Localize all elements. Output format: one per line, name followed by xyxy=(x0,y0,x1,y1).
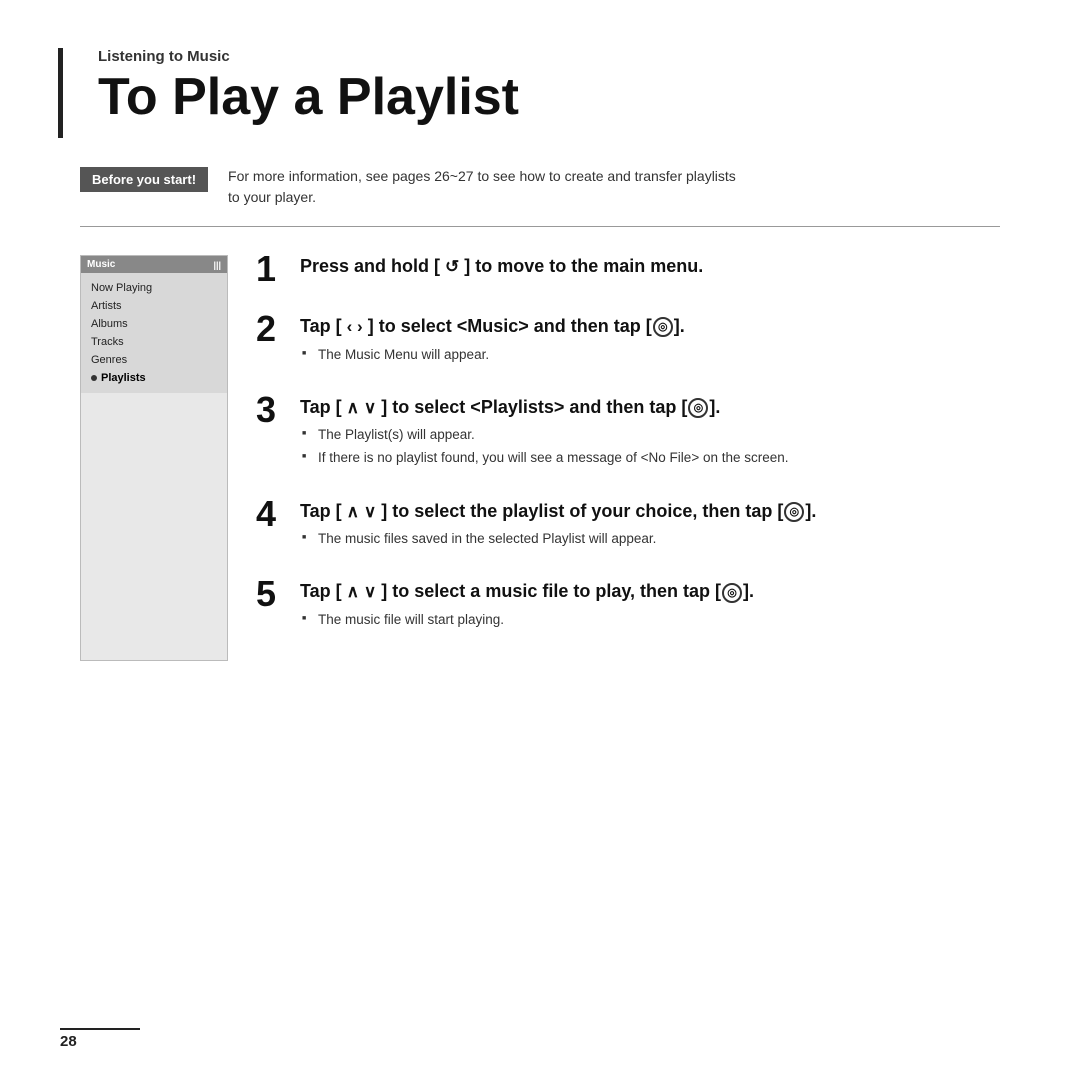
step-2: 2 Tap [ ‹ › ] to select <Music> and then… xyxy=(256,315,1000,368)
circle-btn-5: ◎ xyxy=(722,583,742,603)
device-panel: Music ||| Now Playing Artists Albums Tra… xyxy=(80,255,228,661)
playlists-label: Playlists xyxy=(101,372,146,384)
device-menu-item-now-playing: Now Playing xyxy=(81,279,227,297)
main-content: Music ||| Now Playing Artists Albums Tra… xyxy=(80,255,1000,661)
step-3-title: Tap [ ∧ ∨ ] to select <Playlists> and th… xyxy=(300,396,1000,419)
step-5-notes: The music file will start playing. xyxy=(300,610,1000,630)
device-header-icon: ||| xyxy=(213,260,221,270)
before-start-line1: For more information, see pages 26~27 to… xyxy=(228,168,736,184)
step-5-title: Tap [ ∧ ∨ ] to select a music file to pl… xyxy=(300,580,1000,603)
step-3: 3 Tap [ ∧ ∨ ] to select <Playlists> and … xyxy=(256,396,1000,472)
step-4-title: Tap [ ∧ ∨ ] to select the playlist of yo… xyxy=(300,500,1000,523)
device-header: Music ||| xyxy=(81,256,227,273)
step-2-content: Tap [ ‹ › ] to select <Music> and then t… xyxy=(300,315,1000,368)
circle-btn-2: ◎ xyxy=(653,317,673,337)
device-menu-item-tracks: Tracks xyxy=(81,333,227,351)
page-number: 28 xyxy=(60,1033,77,1050)
before-start-line2: to your player. xyxy=(228,189,316,205)
step-3-number: 3 xyxy=(256,392,300,428)
device-menu-item-artists: Artists xyxy=(81,297,227,315)
circle-btn-4: ◎ xyxy=(784,502,804,522)
step-3-note-2: If there is no playlist found, you will … xyxy=(300,448,1000,468)
section-label: Listening to Music xyxy=(98,48,1000,65)
left-border-bar xyxy=(58,48,63,138)
before-start-text: For more information, see pages 26~27 to… xyxy=(228,166,736,208)
step-2-title: Tap [ ‹ › ] to select <Music> and then t… xyxy=(300,315,1000,338)
page-container: Listening to Music To Play a Playlist Be… xyxy=(0,0,1080,1080)
step-4: 4 Tap [ ∧ ∨ ] to select the playlist of … xyxy=(256,500,1000,553)
device-menu-item-albums: Albums xyxy=(81,315,227,333)
before-start-section: Before you start! For more information, … xyxy=(80,166,1000,227)
steps-content: 1 Press and hold [ ↺ ] to move to the ma… xyxy=(256,255,1000,661)
step-2-note-1: The Music Menu will appear. xyxy=(300,345,1000,365)
step-1-title: Press and hold [ ↺ ] to move to the main… xyxy=(300,255,1000,278)
step-5-content: Tap [ ∧ ∨ ] to select a music file to pl… xyxy=(300,580,1000,633)
step-4-notes: The music files saved in the selected Pl… xyxy=(300,529,1000,549)
step-4-note-1: The music files saved in the selected Pl… xyxy=(300,529,1000,549)
step-2-notes: The Music Menu will appear. xyxy=(300,345,1000,365)
bottom-border xyxy=(60,1028,140,1030)
page-title: To Play a Playlist xyxy=(98,69,1000,126)
step-1: 1 Press and hold [ ↺ ] to move to the ma… xyxy=(256,255,1000,287)
step-5-number: 5 xyxy=(256,576,300,612)
step-3-note-1: The Playlist(s) will appear. xyxy=(300,425,1000,445)
step-5-note-1: The music file will start playing. xyxy=(300,610,1000,630)
circle-btn-3: ◎ xyxy=(688,398,708,418)
step-1-content: Press and hold [ ↺ ] to move to the main… xyxy=(300,255,1000,284)
selected-dot-icon xyxy=(91,375,97,381)
step-4-content: Tap [ ∧ ∨ ] to select the playlist of yo… xyxy=(300,500,1000,553)
before-start-badge: Before you start! xyxy=(80,167,208,192)
step-3-content: Tap [ ∧ ∨ ] to select <Playlists> and th… xyxy=(300,396,1000,472)
step-5: 5 Tap [ ∧ ∨ ] to select a music file to … xyxy=(256,580,1000,633)
step-4-number: 4 xyxy=(256,496,300,532)
device-menu-list: Now Playing Artists Albums Tracks Genres… xyxy=(81,273,227,393)
device-menu-item-genres: Genres xyxy=(81,351,227,369)
step-3-notes: The Playlist(s) will appear. If there is… xyxy=(300,425,1000,469)
step-1-number: 1 xyxy=(256,251,300,287)
page-header: Listening to Music To Play a Playlist xyxy=(80,48,1000,126)
device-menu-item-playlists: Playlists xyxy=(81,369,227,387)
step-2-number: 2 xyxy=(256,311,300,347)
device-header-label: Music xyxy=(87,259,115,270)
